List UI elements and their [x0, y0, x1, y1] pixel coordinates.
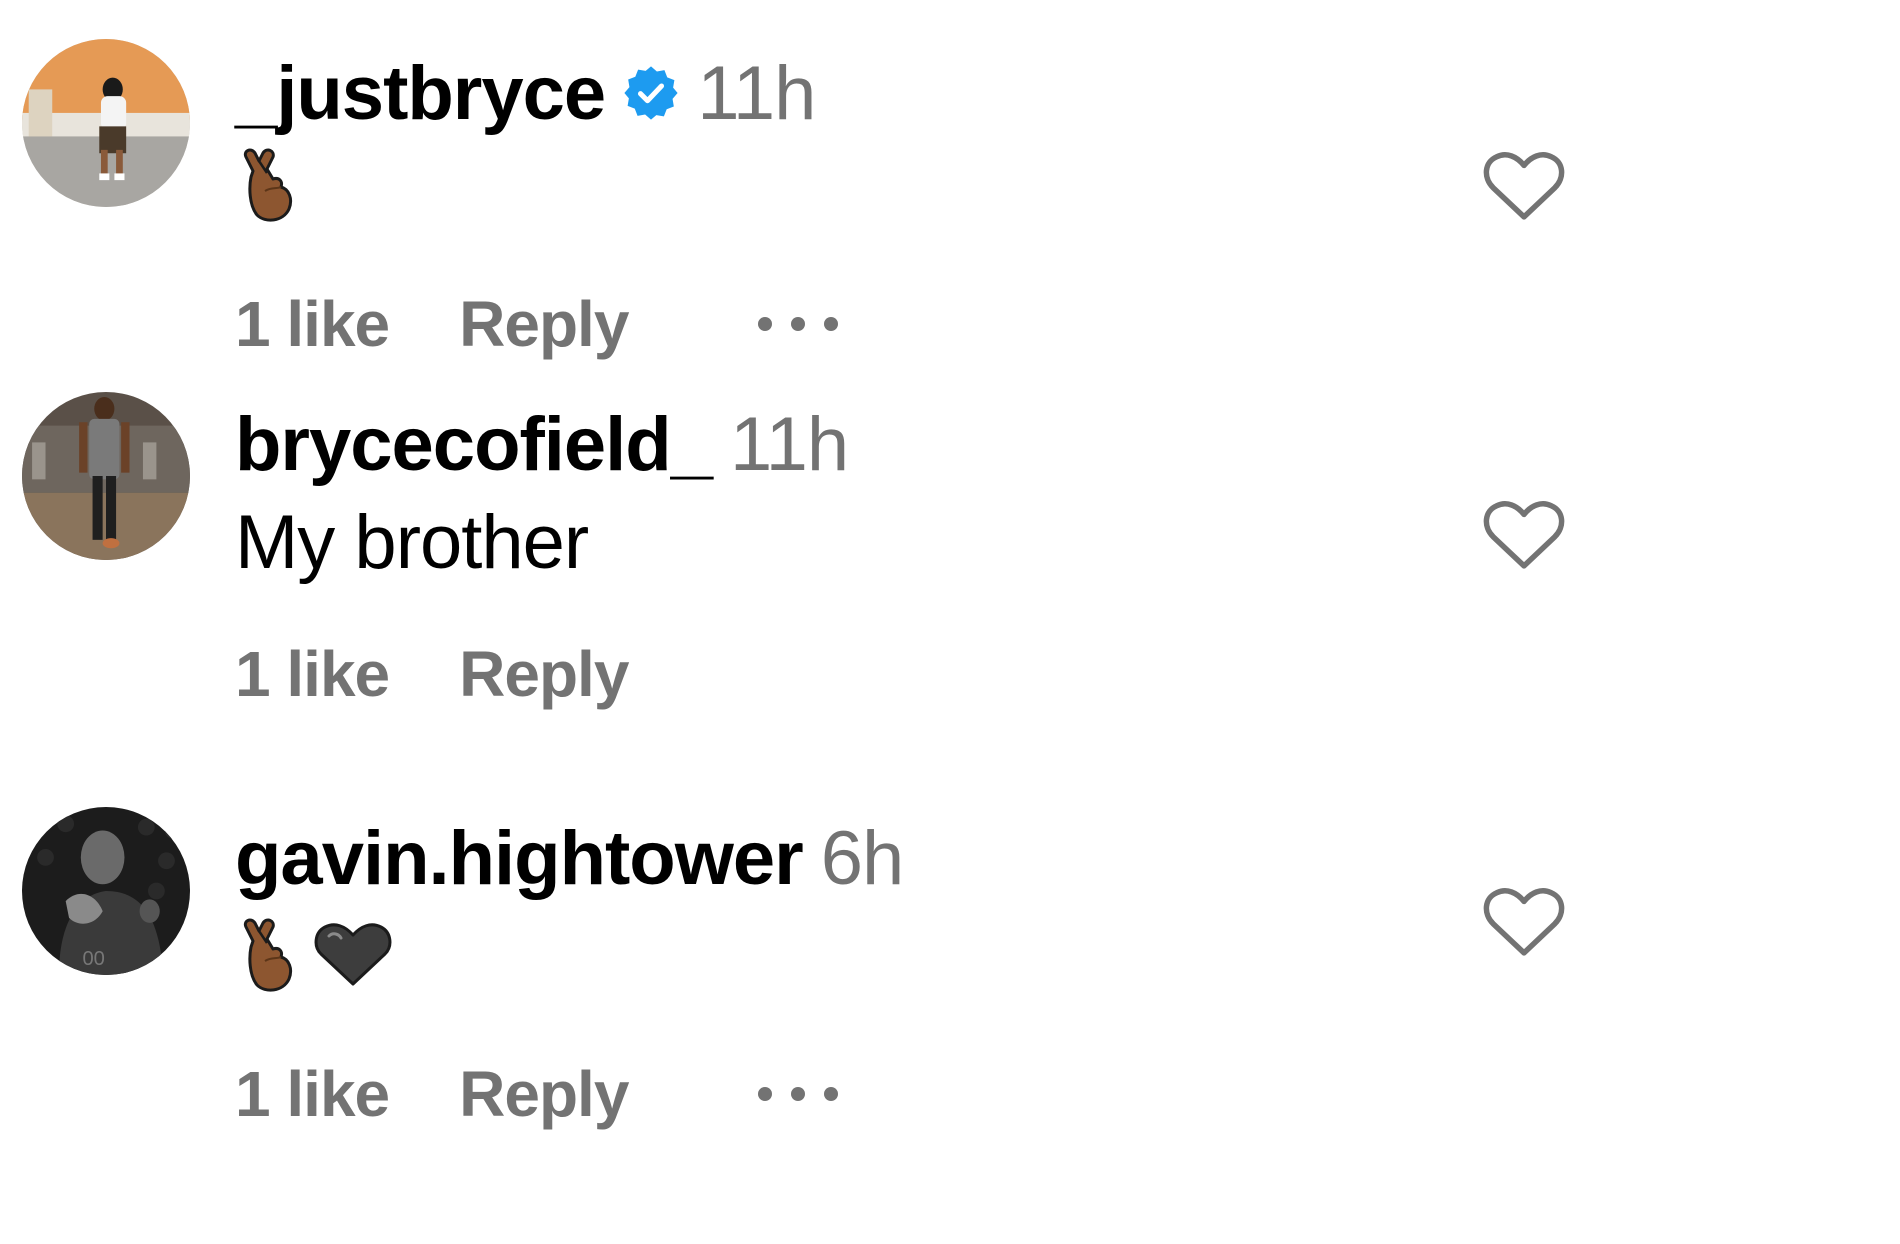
avatar-photo-icon: 00	[22, 807, 190, 975]
reply-button[interactable]: Reply	[459, 292, 629, 356]
username-link[interactable]: brycecofield_	[235, 402, 713, 487]
comment-header: brycecofield_ 11h	[235, 407, 849, 483]
reply-button[interactable]: Reply	[459, 1062, 629, 1126]
comment-header: gavin.hightower 6h	[235, 821, 904, 897]
svg-text:00: 00	[82, 948, 104, 970]
more-options-button[interactable]	[758, 317, 839, 331]
more-dots-icon	[758, 317, 773, 331]
heart-outline-icon	[1483, 888, 1565, 956]
comment-body	[243, 917, 393, 993]
avatar[interactable]	[22, 39, 190, 207]
like-comment-button[interactable]	[1482, 499, 1566, 571]
comment-timestamp[interactable]: 11h	[697, 51, 816, 136]
comment-text: My brother	[235, 500, 589, 585]
more-dots-icon	[791, 317, 806, 331]
verified-badge-icon	[624, 66, 678, 120]
crossed-fingers-emoji-icon	[243, 148, 293, 222]
comment-timestamp[interactable]: 6h	[821, 816, 905, 901]
more-options-button[interactable]	[758, 1087, 839, 1101]
likes-count-link[interactable]: 1 like	[235, 292, 390, 356]
more-dots-icon	[824, 317, 839, 331]
username-link[interactable]: gavin.hightower	[235, 816, 804, 901]
heart-outline-icon	[1483, 152, 1565, 220]
comment-header: _justbryce 11h	[235, 56, 816, 132]
comment-timestamp[interactable]: 11h	[730, 402, 849, 487]
avatar-photo-icon	[22, 392, 190, 560]
username-link[interactable]: _justbryce	[235, 51, 606, 136]
likes-count-link[interactable]: 1 like	[235, 1062, 390, 1126]
black-heart-emoji-icon	[314, 923, 392, 986]
more-dots-icon	[758, 1087, 773, 1101]
avatar[interactable]: 00	[22, 807, 190, 975]
comment-actions: 1 like Reply	[235, 642, 629, 706]
likes-count-link[interactable]: 1 like	[235, 642, 390, 706]
more-dots-icon	[824, 1087, 839, 1101]
avatar-photo-icon	[22, 39, 190, 207]
reply-button[interactable]: Reply	[459, 642, 629, 706]
comment-actions: 1 like Reply	[235, 292, 839, 356]
like-comment-button[interactable]	[1482, 886, 1566, 958]
heart-outline-icon	[1483, 501, 1565, 569]
comment-actions: 1 like Reply	[235, 1062, 839, 1126]
like-comment-button[interactable]	[1482, 150, 1566, 222]
crossed-fingers-emoji-icon	[243, 918, 293, 992]
comment-body	[243, 147, 295, 223]
avatar[interactable]	[22, 392, 190, 560]
more-dots-icon	[791, 1087, 806, 1101]
